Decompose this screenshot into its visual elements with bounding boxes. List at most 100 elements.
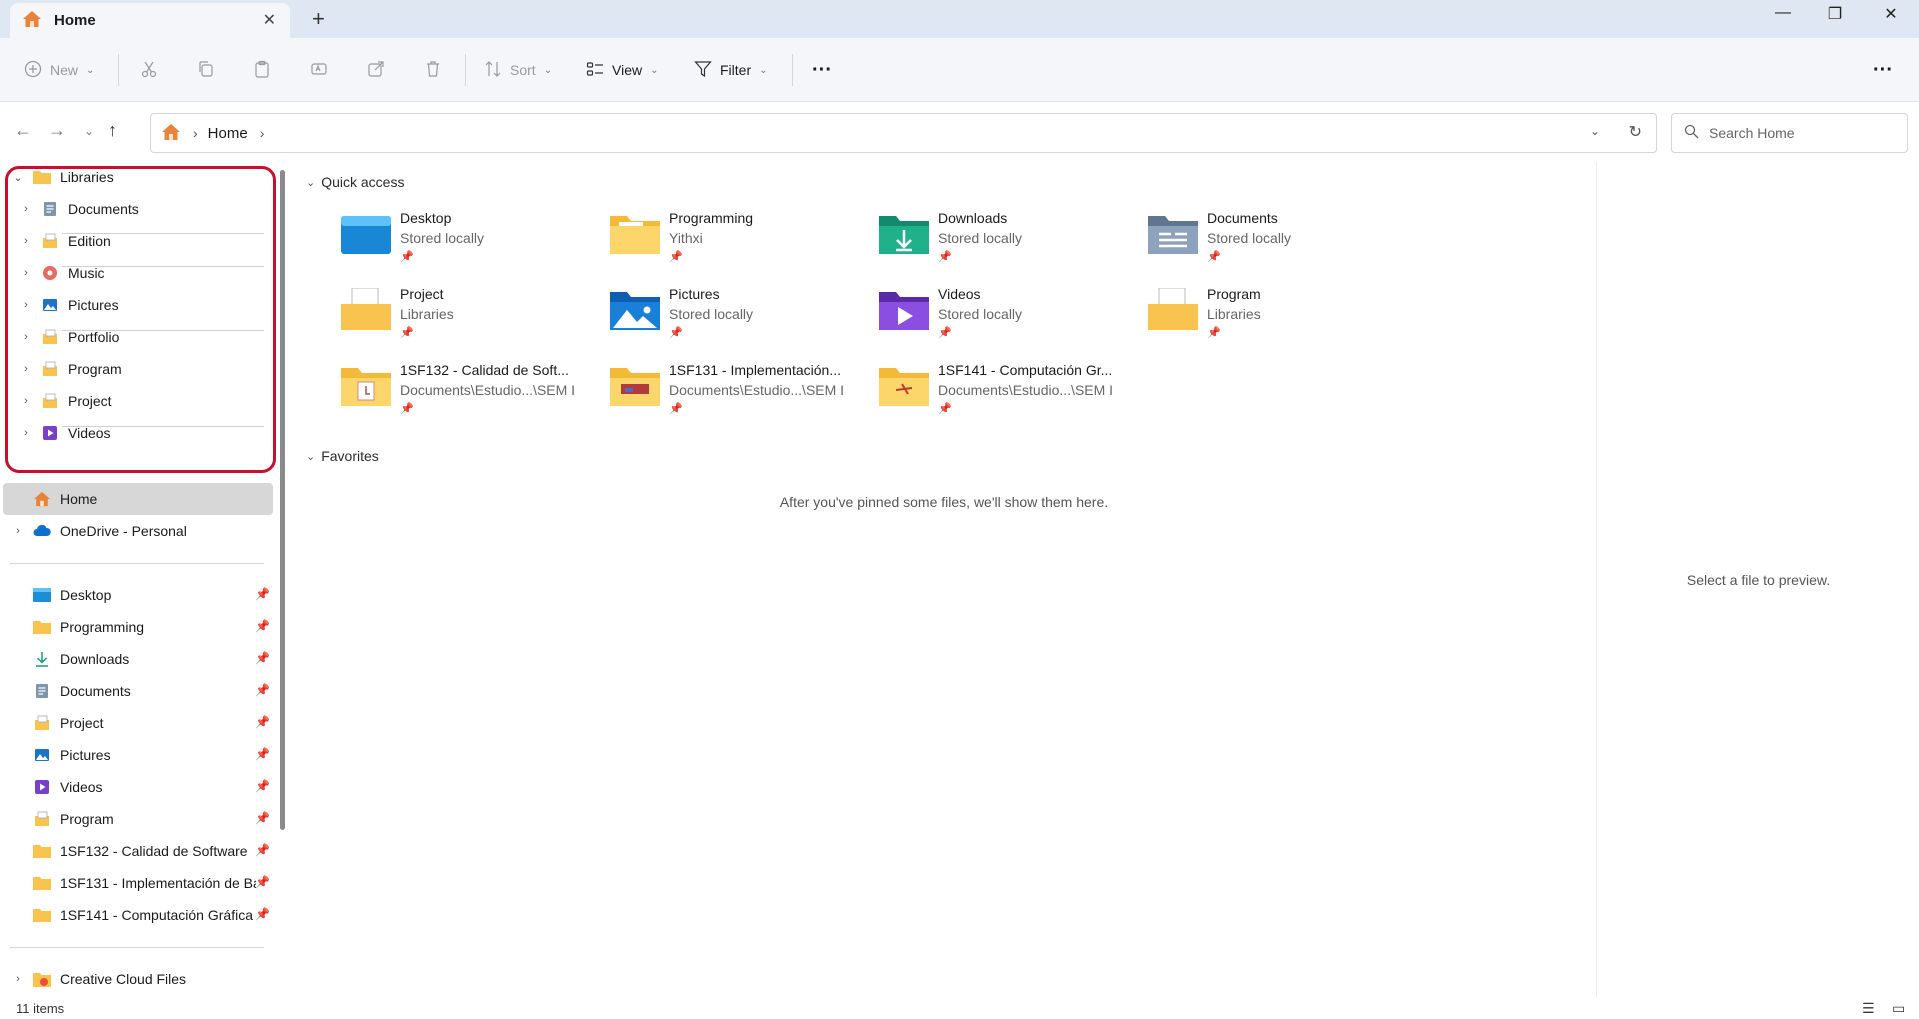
minimize-button[interactable]: — xyxy=(1768,4,1798,22)
breadcrumb-separator-icon[interactable]: › xyxy=(260,125,265,141)
pin-icon[interactable]: 📌 xyxy=(255,619,270,633)
view-button[interactable]: View ⌄ xyxy=(586,58,658,82)
forward-arrow-icon[interactable]: → xyxy=(48,120,66,141)
library-folder-icon xyxy=(40,328,60,346)
home-icon xyxy=(22,10,42,31)
title-bar: Home ✕ + — ❐ ✕ xyxy=(0,0,1919,38)
pin-icon[interactable]: 📌 xyxy=(255,907,270,921)
quick-access-program[interactable]: Program Libraries 📌 xyxy=(1147,284,1387,344)
videos-icon xyxy=(878,288,930,332)
details-more-button[interactable]: ··· xyxy=(1873,58,1893,82)
sidebar-item-library-project[interactable]: › Project xyxy=(18,386,111,416)
quick-access-downloads[interactable]: Downloads Stored locally 📌 xyxy=(878,208,1118,268)
copy-icon xyxy=(197,60,215,81)
close-button[interactable]: ✕ xyxy=(1876,4,1906,24)
sidebar-item-library-portfolio[interactable]: › Portfolio xyxy=(18,322,119,352)
chevron-right-icon[interactable]: › xyxy=(18,427,34,439)
pin-icon[interactable]: 📌 xyxy=(255,779,270,793)
chevron-right-icon[interactable]: › xyxy=(10,525,26,537)
sidebar-item-library-program[interactable]: › Program xyxy=(18,354,122,384)
recent-chevron-icon[interactable]: ⌄ xyxy=(84,124,94,138)
chevron-right-icon[interactable]: › xyxy=(18,235,34,247)
back-arrow-icon[interactable]: ← xyxy=(14,120,32,141)
sidebar-item-library-music[interactable]: › Music xyxy=(18,258,104,288)
see-more-button[interactable]: ··· xyxy=(812,58,832,82)
chevron-right-icon[interactable]: › xyxy=(18,395,34,407)
breadcrumb-home[interactable]: Home xyxy=(208,125,248,142)
pin-icon[interactable]: 📌 xyxy=(255,843,270,857)
sidebar-item-libraries[interactable]: ⌄ Libraries xyxy=(10,162,113,192)
sidebar-item-library-edition[interactable]: › Edition xyxy=(18,226,111,256)
quick-access-documents[interactable]: Documents Stored locally 📌 xyxy=(1147,208,1387,268)
quick-access-programming[interactable]: Programming Yithxi 📌 xyxy=(609,208,849,268)
pin-icon[interactable]: 📌 xyxy=(255,683,270,697)
address-bar[interactable]: › Home › ⌄ ↻ xyxy=(150,113,1657,153)
chevron-right-icon[interactable]: › xyxy=(18,203,34,215)
delete-button[interactable] xyxy=(424,58,442,82)
copy-button[interactable] xyxy=(197,58,215,82)
sidebar-item-onedrive[interactable]: › OneDrive - Personal xyxy=(10,516,187,546)
search-input[interactable] xyxy=(1709,125,1889,141)
new-button[interactable]: New ⌄ xyxy=(24,58,94,82)
chevron-right-icon[interactable]: › xyxy=(18,299,34,311)
up-arrow-icon[interactable]: ↑ xyxy=(108,120,117,141)
quick-access-desktop[interactable]: Desktop Stored locally 📌 xyxy=(340,208,580,268)
address-dropdown-icon[interactable]: ⌄ xyxy=(1590,124,1600,138)
details-view-icon[interactable]: ☰ xyxy=(1862,1000,1875,1017)
pin-icon[interactable]: 📌 xyxy=(255,651,270,665)
item-name: Programming xyxy=(669,210,754,226)
sidebar-pinned-program[interactable]: Program 📌 xyxy=(10,804,270,834)
sidebar-scrollbar[interactable] xyxy=(280,170,285,830)
quick-access-project[interactable]: Project Libraries 📌 xyxy=(340,284,580,344)
maximize-button[interactable]: ❐ xyxy=(1820,4,1850,24)
sidebar-item-library-pictures[interactable]: › Pictures xyxy=(18,290,118,320)
sort-button[interactable]: Sort ⌄ xyxy=(484,58,552,82)
pin-icon: 📌 xyxy=(938,327,952,339)
quick-access-1sf132[interactable]: 1SF132 - Calidad de Soft... Documents\Es… xyxy=(340,360,580,420)
favorites-header[interactable]: ⌄ Favorites xyxy=(306,448,379,464)
item-location: Stored locally xyxy=(400,230,485,246)
sidebar-pinned-downloads[interactable]: Downloads 📌 xyxy=(10,644,270,674)
tab-home[interactable]: Home ✕ xyxy=(10,3,290,38)
sidebar-pinned-programming[interactable]: Programming 📌 xyxy=(10,612,270,642)
pin-icon[interactable]: 📌 xyxy=(255,811,270,825)
refresh-icon[interactable]: ↻ xyxy=(1629,122,1642,142)
chevron-right-icon[interactable]: › xyxy=(18,331,34,343)
sidebar-pinned-desktop[interactable]: Desktop 📌 xyxy=(10,580,270,610)
quick-access-pictures[interactable]: Pictures Stored locally 📌 xyxy=(609,284,849,344)
pin-icon[interactable]: 📌 xyxy=(255,875,270,889)
sidebar-item-home[interactable]: Home xyxy=(10,484,97,514)
pin-icon[interactable]: 📌 xyxy=(255,715,270,729)
chevron-right-icon[interactable]: › xyxy=(18,363,34,375)
quick-access-header[interactable]: ⌄ Quick access xyxy=(306,174,404,190)
filter-button[interactable]: Filter ⌄ xyxy=(694,58,768,82)
sidebar-item-creative-cloud[interactable]: › Creative Cloud Files xyxy=(10,964,186,994)
item-name: Downloads xyxy=(938,210,1008,226)
tab-close-button[interactable]: ✕ xyxy=(263,10,276,30)
quick-access-videos[interactable]: Videos Stored locally 📌 xyxy=(878,284,1118,344)
sidebar-pinned-project[interactable]: Project 📌 xyxy=(10,708,270,738)
chevron-right-icon[interactable]: › xyxy=(10,973,26,985)
sidebar-item-library-documents[interactable]: › Documents xyxy=(18,194,139,224)
rename-button[interactable] xyxy=(310,58,328,82)
paste-button[interactable] xyxy=(253,58,271,82)
pin-icon[interactable]: 📌 xyxy=(255,747,270,761)
tiles-view-icon[interactable]: ▭ xyxy=(1892,1000,1905,1017)
quick-access-1sf131[interactable]: 1SF131 - Implementación... Documents\Est… xyxy=(609,360,849,420)
sidebar-pinned-1sf131[interactable]: 1SF131 - Implementación de Ba 📌 xyxy=(10,868,270,898)
sidebar-pinned-1sf132[interactable]: 1SF132 - Calidad de Software 📌 xyxy=(10,836,270,866)
chevron-right-icon[interactable]: › xyxy=(18,267,34,279)
chevron-down-icon[interactable]: ⌄ xyxy=(10,171,26,184)
sidebar-item-library-videos[interactable]: › Videos xyxy=(18,418,110,448)
sidebar-pinned-videos[interactable]: Videos 📌 xyxy=(10,772,270,802)
search-box[interactable] xyxy=(1671,113,1908,153)
new-tab-button[interactable]: + xyxy=(312,6,325,32)
pin-icon[interactable]: 📌 xyxy=(255,587,270,601)
cut-button[interactable] xyxy=(140,58,158,82)
sidebar-pinned-documents[interactable]: Documents 📌 xyxy=(10,676,270,706)
library-folder-icon xyxy=(32,714,52,732)
quick-access-1sf141[interactable]: 1SF141 - Computación Gr... Documents\Est… xyxy=(878,360,1118,420)
share-button[interactable] xyxy=(367,58,385,82)
sidebar-pinned-1sf141[interactable]: 1SF141 - Computación Gráfica y 📌 xyxy=(10,900,270,930)
sidebar-pinned-pictures[interactable]: Pictures 📌 xyxy=(10,740,270,770)
